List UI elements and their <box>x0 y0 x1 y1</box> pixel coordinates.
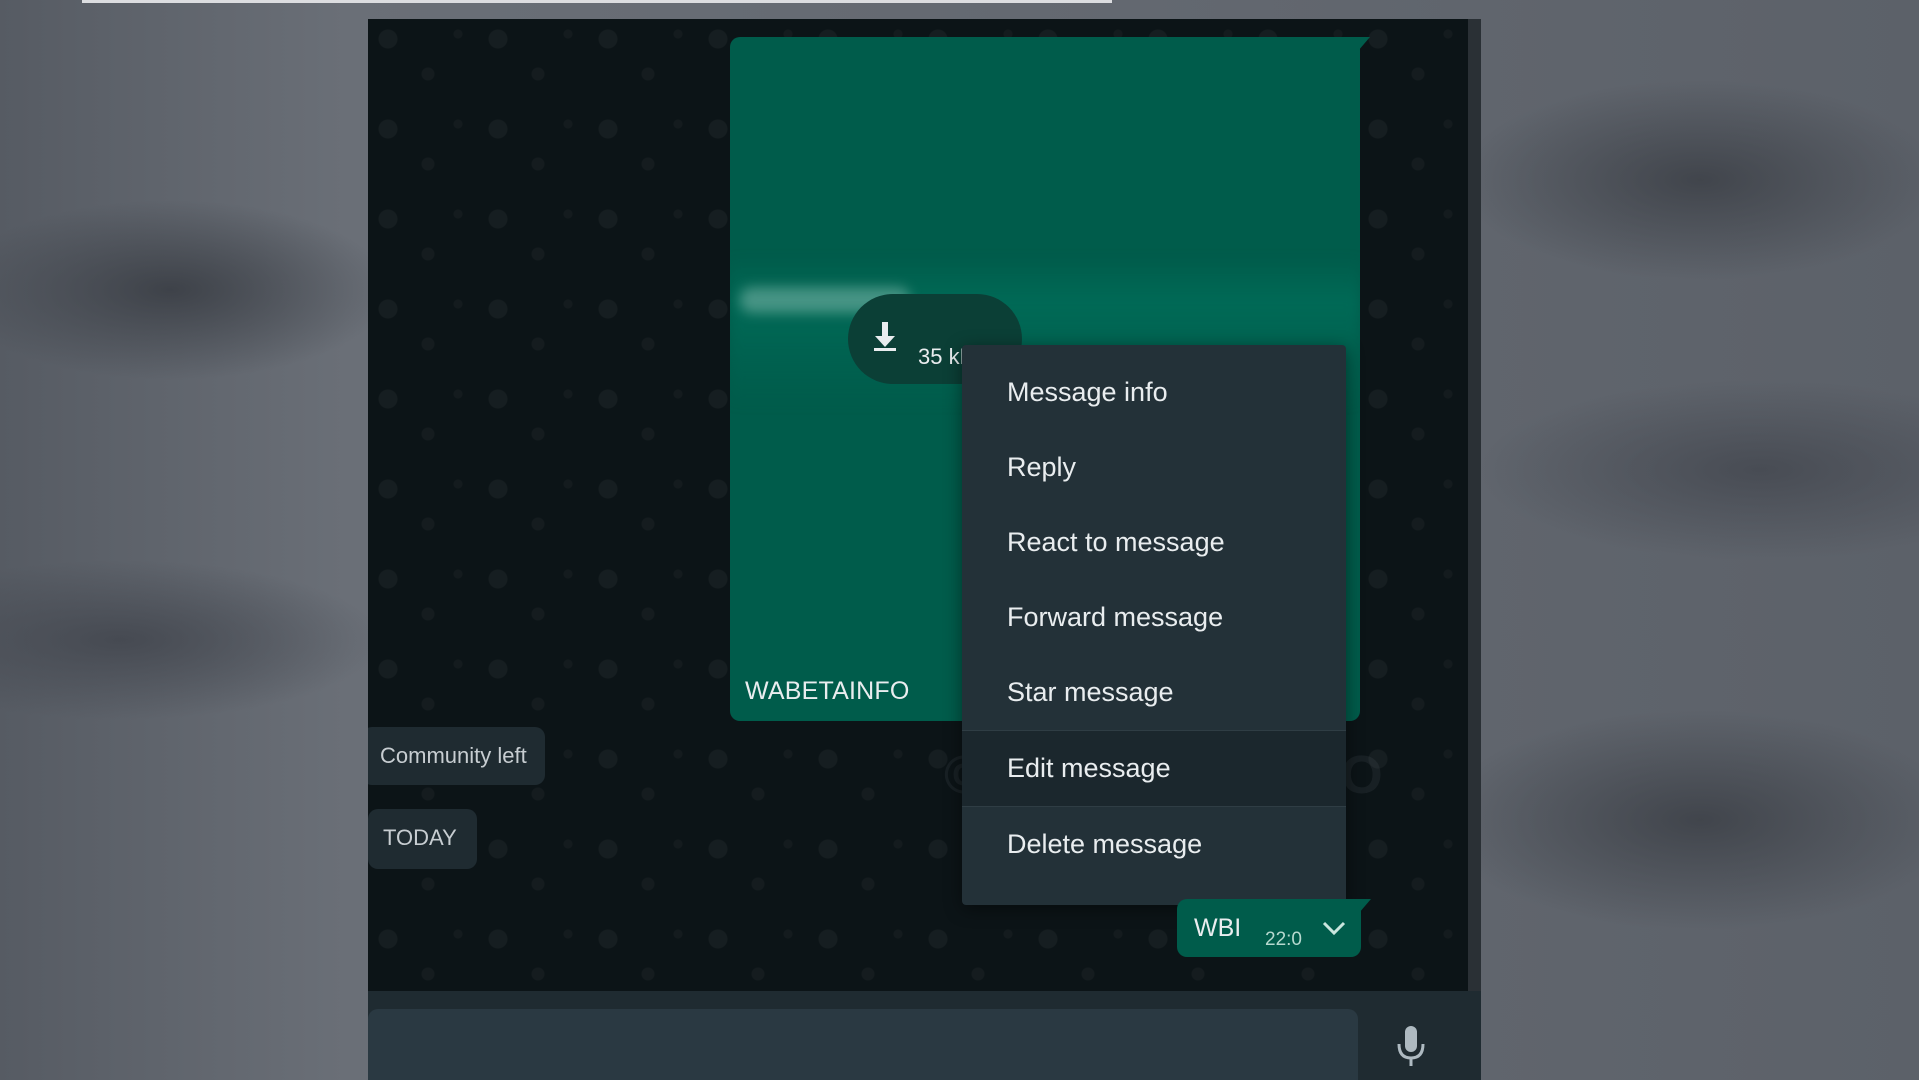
menu-item-forward[interactable]: Forward message <box>962 580 1346 655</box>
message-context-menu: Message info Reply React to message Forw… <box>962 345 1346 905</box>
menu-item-react[interactable]: React to message <box>962 505 1346 580</box>
microphone-icon[interactable] <box>1394 1024 1428 1070</box>
menu-item-delete[interactable]: Delete message <box>962 807 1346 882</box>
menu-item-reply[interactable]: Reply <box>962 430 1346 505</box>
system-notice: Community left <box>368 727 545 785</box>
download-icon <box>874 322 896 351</box>
chat-window: WABETAINFO 35 kB Community left TODAY ©W… <box>368 19 1481 1080</box>
sent-bubble-tail <box>1359 899 1371 913</box>
menu-item-edit[interactable]: Edit message <box>962 730 1346 807</box>
chevron-down-icon[interactable] <box>1321 919 1347 937</box>
chat-scrollbar[interactable] <box>1468 19 1481 991</box>
sent-message-text: WBI <box>1194 914 1242 942</box>
menu-item-star[interactable]: Star message <box>962 655 1346 730</box>
sent-message-bubble[interactable]: WBI 22:0 <box>1177 899 1361 957</box>
image-bubble-tail <box>1358 37 1370 51</box>
top-window-strip <box>82 0 1112 3</box>
message-caption: WABETAINFO <box>745 677 910 705</box>
message-input[interactable] <box>368 1009 1358 1080</box>
date-separator: TODAY <box>368 809 477 869</box>
message-timestamp: 22:0 <box>1265 929 1302 950</box>
menu-item-message-info[interactable]: Message info <box>962 355 1346 430</box>
